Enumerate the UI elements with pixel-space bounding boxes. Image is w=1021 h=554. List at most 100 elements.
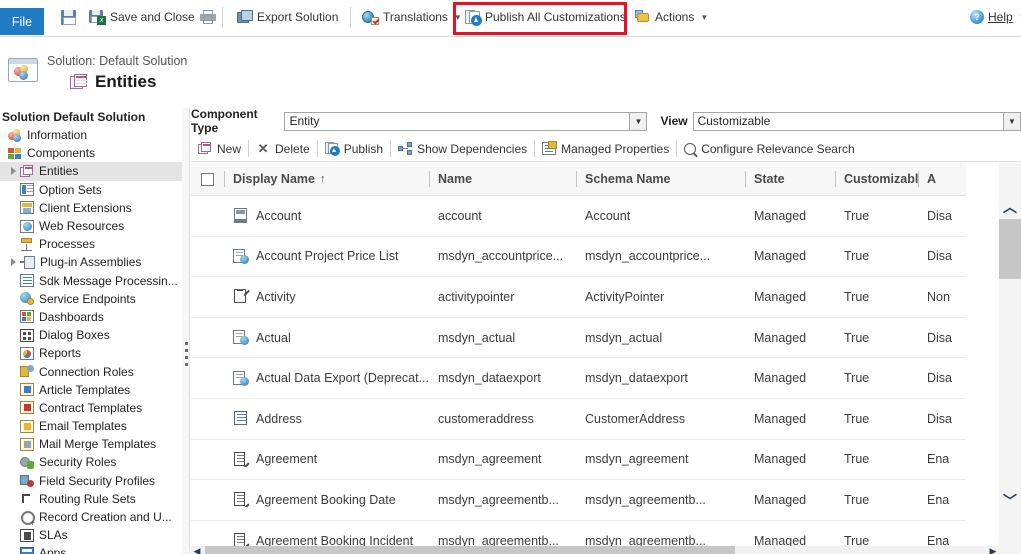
sidebar-item-slas[interactable]: SLAs: [0, 526, 182, 544]
sidebar-item-client-extensions[interactable]: Client Extensions: [0, 199, 182, 217]
translations-button[interactable]: Translations ▼: [358, 4, 466, 30]
sidebar-item-components[interactable]: Components: [0, 144, 182, 162]
table-row[interactable]: Actual Data Export (Deprecat... msdyn_dat…: [191, 358, 966, 399]
sidebar-item-label: Plug-in Assemblies: [40, 255, 142, 270]
managed-properties-button[interactable]: Managed Properties: [535, 141, 676, 156]
cell-text: Managed: [754, 411, 807, 426]
publish-button[interactable]: Publish: [318, 142, 390, 156]
chevron-down-icon[interactable]: ▼: [1003, 112, 1020, 130]
grid-vertical-scrollbar[interactable]: ︿ ﹀: [999, 163, 1021, 554]
grid-vscroll-thumb[interactable]: [999, 219, 1021, 279]
column-header-audit[interactable]: A: [918, 163, 966, 196]
sidebar-item-sdk-message-processin[interactable]: Sdk Message Processin...: [0, 272, 182, 290]
sidebar-item-connection-roles[interactable]: Connection Roles: [0, 362, 182, 380]
table-row[interactable]: Activity activitypointer ActivityPointer Ma…: [191, 277, 966, 318]
table-row[interactable]: Address customeraddress CustomerAddress Man…: [191, 399, 966, 440]
sidebar-item-routing-rule-sets[interactable]: Routing Rule Sets: [0, 490, 182, 508]
select-all-checkbox[interactable]: [191, 163, 224, 196]
sidebar-item-mail-merge-templates[interactable]: Mail Merge Templates: [0, 435, 182, 453]
sidebar-item-label: Routing Rule Sets: [39, 491, 136, 506]
page-title: Entities: [95, 72, 157, 91]
configure-relevance-search-button[interactable]: Configure Relevance Search: [677, 142, 861, 156]
component-type-label: Component Type: [191, 107, 258, 135]
column-header-name[interactable]: Name: [429, 163, 576, 196]
security-roles-icon: [20, 456, 34, 469]
sidebar-item-dialog-boxes[interactable]: Dialog Boxes: [0, 326, 182, 344]
sidebar-item-information[interactable]: Information: [0, 126, 182, 144]
print-button[interactable]: [196, 4, 220, 30]
export-solution-button[interactable]: Export Solution: [233, 4, 342, 30]
dependencies-icon: [398, 142, 413, 155]
cell-audit: Non: [918, 290, 966, 304]
sidebar-item-label: Field Security Profiles: [39, 473, 156, 488]
sidebar-splitter-grip[interactable]: [185, 342, 188, 370]
sidebar-item-record-creation-and-u[interactable]: Record Creation and U...: [0, 508, 182, 528]
mail-merge-templates-icon: [20, 437, 34, 451]
table-row[interactable]: Account Project Price List msdyn_accountp…: [191, 237, 966, 278]
grid-toolbar: New ✕ Delete Publish Show Dependencies M…: [191, 136, 1021, 162]
column-header-state[interactable]: State: [745, 163, 835, 196]
scroll-down-icon[interactable]: ﹀: [999, 490, 1021, 512]
sidebar-item-option-sets[interactable]: Option Sets: [0, 181, 182, 199]
column-header-label: Schema Name: [585, 172, 671, 186]
entities-icon: [70, 74, 88, 90]
chevron-down-icon[interactable]: ▼: [629, 112, 647, 130]
view-select[interactable]: Customizable ▼: [692, 111, 1021, 131]
sidebar-item-apps[interactable]: Apps: [0, 544, 182, 554]
view-value: Customizable: [697, 114, 771, 128]
publish-all-customizations-button[interactable]: Publish All Customizations: [461, 4, 630, 30]
sidebar-item-label: Article Templates: [39, 382, 131, 397]
table-row[interactable]: Account account Account Managed True Disa: [191, 196, 966, 237]
new-button[interactable]: New: [191, 142, 248, 156]
sidebar-item-dashboards[interactable]: Dashboards: [0, 308, 182, 326]
delete-button[interactable]: ✕ Delete: [249, 142, 317, 156]
sidebar-item-service-endpoints[interactable]: Service Endpoints: [0, 290, 182, 308]
table-row[interactable]: Agreement Booking Date msdyn_agreementb..…: [191, 480, 966, 521]
table-row[interactable]: Actual msdyn_actual msdyn_actual Managed Tru…: [191, 318, 966, 359]
sidebar-item-field-security-profiles[interactable]: Field Security Profiles: [0, 472, 182, 490]
sidebar-item-processes[interactable]: Processes: [0, 235, 182, 253]
checkbox-box[interactable]: [201, 172, 214, 186]
sidebar-item-contract-templates[interactable]: Contract Templates: [0, 399, 182, 417]
scroll-right-icon[interactable]: ▶: [987, 546, 999, 554]
sidebar-item-email-templates[interactable]: Email Templates: [0, 417, 182, 435]
search-icon: [684, 142, 697, 155]
cell-text: msdyn_accountprice...: [438, 249, 564, 264]
cell-text: Disa: [927, 411, 953, 426]
grid-horizontal-scrollbar[interactable]: ◀ ▶: [191, 546, 999, 554]
cell-text: Account: [585, 208, 631, 223]
save-and-close-button[interactable]: x Save and Close: [85, 4, 199, 30]
show-dependencies-button[interactable]: Show Dependencies: [391, 142, 534, 156]
expander-icon[interactable]: [11, 258, 16, 267]
cell-state: Managed: [745, 493, 835, 507]
sidebar-item-article-templates[interactable]: Article Templates: [0, 381, 182, 399]
grid-hscroll-thumb[interactable]: [205, 546, 735, 554]
expander-icon[interactable]: [11, 167, 16, 176]
components-icon: [8, 147, 22, 160]
component-type-select[interactable]: Entity ▼: [284, 111, 648, 131]
sidebar-item-plug-in-assemblies[interactable]: Plug-in Assemblies: [0, 253, 182, 271]
column-header-schema-name[interactable]: Schema Name: [576, 163, 745, 196]
scroll-left-icon[interactable]: ◀: [191, 546, 203, 554]
sidebar-item-entities[interactable]: Entities: [0, 162, 182, 181]
file-tab[interactable]: File: [0, 8, 44, 35]
cell-audit: Disa: [918, 371, 966, 385]
cell-text: msdyn_dataexport: [438, 371, 541, 386]
sidebar-splitter[interactable]: [182, 108, 190, 554]
column-header-display-name[interactable]: Display Name ↑: [224, 163, 429, 196]
delete-x-icon: ✕: [257, 141, 269, 156]
actions-button[interactable]: Actions ▼: [631, 4, 712, 30]
sidebar-item-security-roles[interactable]: Security Roles: [0, 453, 182, 471]
sidebar-item-web-resources[interactable]: Web Resources: [0, 217, 182, 235]
scroll-up-icon[interactable]: ︿: [999, 196, 1021, 218]
save-button[interactable]: [57, 4, 80, 30]
ribbon-separator: [350, 7, 351, 27]
cell-display-name: Account Project Price List: [224, 248, 429, 264]
cell-schema-name: msdyn_actual: [576, 331, 745, 345]
cell-display-name: Actual Data Export (Deprecat...: [224, 370, 429, 386]
table-row[interactable]: Agreement msdyn_agreement msdyn_agreement M…: [191, 440, 966, 481]
sidebar-item-reports[interactable]: Reports: [0, 344, 182, 362]
column-header-customizable[interactable]: Customizabl...: [835, 163, 918, 196]
cell-text: Managed: [754, 492, 807, 507]
help-button[interactable]: ? Help ▼: [966, 4, 1021, 30]
